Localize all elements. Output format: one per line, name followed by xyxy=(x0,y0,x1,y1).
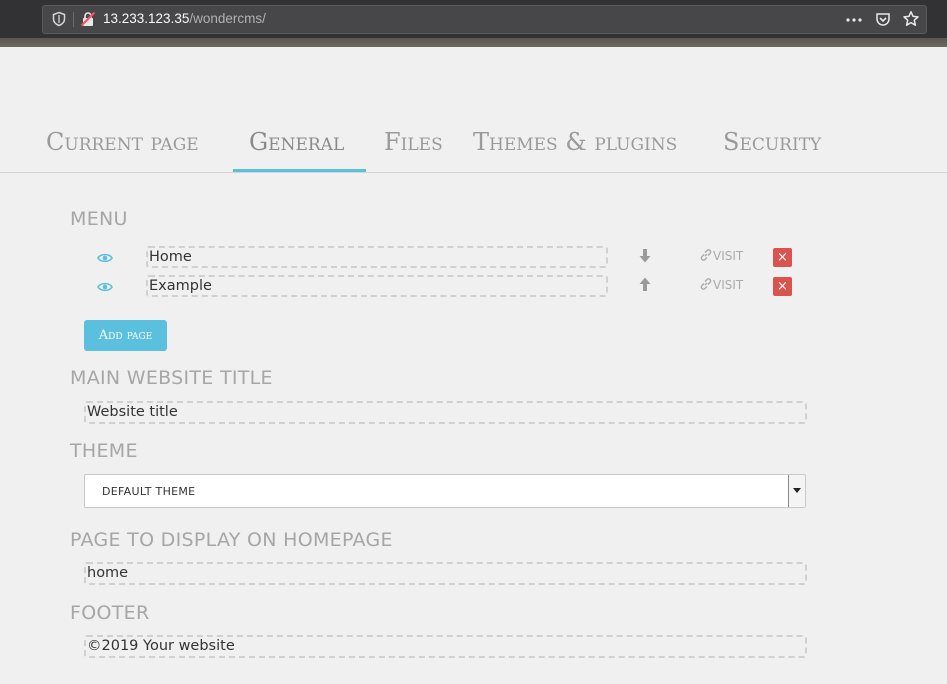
settings-tabs: Current page General Files Themes & plug… xyxy=(0,120,947,173)
theme-selected-value: default theme xyxy=(102,485,196,498)
add-page-button[interactable]: Add page xyxy=(84,320,167,351)
tab-themes-plugins[interactable]: Themes & plugins xyxy=(473,120,677,171)
menu-item-input[interactable]: Example xyxy=(146,275,608,297)
delete-button[interactable]: × xyxy=(773,248,792,267)
tab-general[interactable]: General xyxy=(249,120,344,171)
link-icon xyxy=(700,278,712,290)
menu-item-row: Home VISIT × xyxy=(0,245,947,271)
homepage-label: Page to display on homepage xyxy=(70,529,393,551)
visit-link[interactable]: VISIT xyxy=(699,248,743,263)
url-text[interactable]: 13.233.123.35/wondercms/ xyxy=(103,10,266,28)
eye-icon[interactable] xyxy=(97,281,113,293)
visit-label: VISIT xyxy=(713,249,744,263)
address-separator xyxy=(73,12,74,27)
arrow-up-icon[interactable] xyxy=(639,277,651,291)
tab-current-page[interactable]: Current page xyxy=(46,120,199,171)
footer-label: Footer xyxy=(70,602,150,624)
browser-toolbar: 13.233.123.35/wondercms/ xyxy=(0,0,947,47)
more-icon[interactable] xyxy=(845,12,863,28)
website-title-field[interactable]: Website title xyxy=(84,401,807,424)
theme-label: Theme xyxy=(70,440,138,462)
tab-security[interactable]: Security xyxy=(723,120,821,171)
toolbar-stripe xyxy=(0,38,947,47)
eye-icon[interactable] xyxy=(97,252,113,264)
address-bar[interactable]: 13.233.123.35/wondercms/ xyxy=(42,5,927,34)
theme-select[interactable]: default theme xyxy=(84,474,806,508)
footer-field[interactable]: ©2019 Your website xyxy=(84,635,807,658)
select-dropdown-button[interactable] xyxy=(788,475,805,507)
menu-item-input[interactable]: Home xyxy=(146,246,608,268)
star-icon[interactable] xyxy=(902,10,920,28)
visit-label: VISIT xyxy=(713,278,744,292)
website-title-label: Main website title xyxy=(70,367,273,389)
menu-item-row: Example VISIT × xyxy=(0,274,947,300)
link-icon xyxy=(700,249,712,261)
active-tab-indicator xyxy=(233,169,366,172)
shield-icon[interactable] xyxy=(51,11,67,27)
lock-icon[interactable] xyxy=(80,11,96,27)
chevron-down-icon xyxy=(793,488,801,493)
url-path: /wondercms/ xyxy=(189,11,266,26)
tab-files[interactable]: Files xyxy=(384,120,443,171)
arrow-down-icon[interactable] xyxy=(639,249,651,263)
delete-button[interactable]: × xyxy=(773,277,792,296)
visit-link[interactable]: VISIT xyxy=(699,277,743,292)
menu-label: Menu xyxy=(70,208,128,230)
homepage-field[interactable]: home xyxy=(84,562,807,585)
pocket-icon[interactable] xyxy=(875,11,891,27)
url-host: 13.233.123.35 xyxy=(103,11,190,26)
